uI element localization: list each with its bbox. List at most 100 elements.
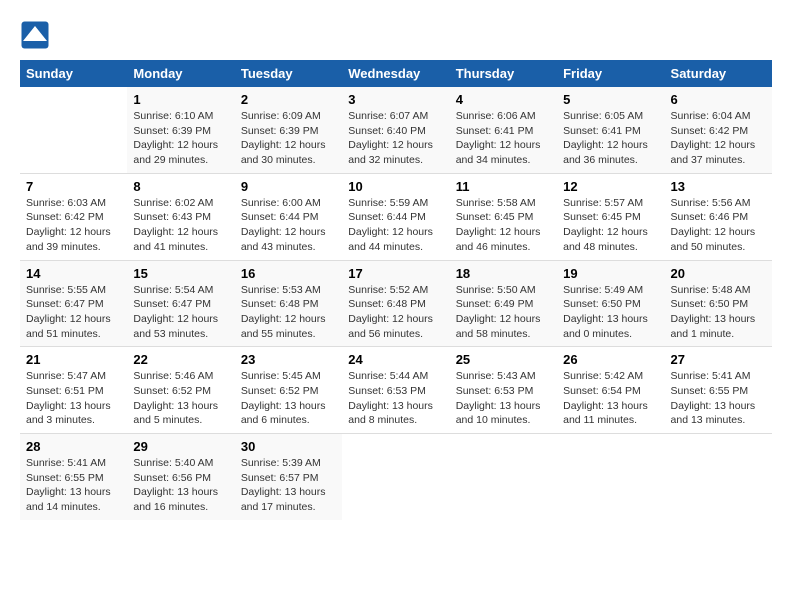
logo-icon — [20, 20, 50, 50]
calendar-cell: 7 Sunrise: 6:03 AM Sunset: 6:42 PM Daylig… — [20, 173, 127, 260]
calendar-table: SundayMondayTuesdayWednesdayThursdayFrid… — [20, 60, 772, 520]
calendar-cell: 18 Sunrise: 5:50 AM Sunset: 6:49 PM Dayli… — [450, 260, 557, 347]
day-number: 3 — [348, 92, 443, 107]
calendar-cell: 3 Sunrise: 6:07 AM Sunset: 6:40 PM Daylig… — [342, 87, 449, 173]
day-number: 2 — [241, 92, 336, 107]
calendar-cell — [450, 434, 557, 520]
calendar-cell: 27 Sunrise: 5:41 AM Sunset: 6:55 PM Dayli… — [665, 347, 772, 434]
day-number: 8 — [133, 179, 228, 194]
day-info: Sunrise: 5:54 AM Sunset: 6:47 PM Dayligh… — [133, 283, 228, 342]
calendar-cell: 5 Sunrise: 6:05 AM Sunset: 6:41 PM Daylig… — [557, 87, 664, 173]
logo — [20, 20, 54, 50]
day-info: Sunrise: 5:45 AM Sunset: 6:52 PM Dayligh… — [241, 369, 336, 428]
day-number: 20 — [671, 266, 766, 281]
day-info: Sunrise: 5:52 AM Sunset: 6:48 PM Dayligh… — [348, 283, 443, 342]
day-number: 22 — [133, 352, 228, 367]
day-info: Sunrise: 6:00 AM Sunset: 6:44 PM Dayligh… — [241, 196, 336, 255]
day-number: 28 — [26, 439, 121, 454]
calendar-cell: 19 Sunrise: 5:49 AM Sunset: 6:50 PM Dayli… — [557, 260, 664, 347]
calendar-cell: 2 Sunrise: 6:09 AM Sunset: 6:39 PM Daylig… — [235, 87, 342, 173]
calendar-cell — [342, 434, 449, 520]
calendar-cell: 11 Sunrise: 5:58 AM Sunset: 6:45 PM Dayli… — [450, 173, 557, 260]
calendar-week-5: 28 Sunrise: 5:41 AM Sunset: 6:55 PM Dayli… — [20, 434, 772, 520]
day-number: 12 — [563, 179, 658, 194]
day-info: Sunrise: 6:04 AM Sunset: 6:42 PM Dayligh… — [671, 109, 766, 168]
page-header — [20, 20, 772, 50]
day-info: Sunrise: 6:06 AM Sunset: 6:41 PM Dayligh… — [456, 109, 551, 168]
day-number: 27 — [671, 352, 766, 367]
calendar-cell: 6 Sunrise: 6:04 AM Sunset: 6:42 PM Daylig… — [665, 87, 772, 173]
calendar-cell: 8 Sunrise: 6:02 AM Sunset: 6:43 PM Daylig… — [127, 173, 234, 260]
day-info: Sunrise: 5:50 AM Sunset: 6:49 PM Dayligh… — [456, 283, 551, 342]
calendar-cell: 21 Sunrise: 5:47 AM Sunset: 6:51 PM Dayli… — [20, 347, 127, 434]
calendar-cell: 29Sunrise: 5:40 AM Sunset: 6:56 PM Dayli… — [127, 434, 234, 520]
day-info: Sunrise: 6:07 AM Sunset: 6:40 PM Dayligh… — [348, 109, 443, 168]
calendar-cell — [665, 434, 772, 520]
calendar-cell: 23 Sunrise: 5:45 AM Sunset: 6:52 PM Dayli… — [235, 347, 342, 434]
calendar-cell: 26 Sunrise: 5:42 AM Sunset: 6:54 PM Dayli… — [557, 347, 664, 434]
day-info: Sunrise: 5:58 AM Sunset: 6:45 PM Dayligh… — [456, 196, 551, 255]
calendar-cell: 14 Sunrise: 5:55 AM Sunset: 6:47 PM Dayli… — [20, 260, 127, 347]
day-number: 14 — [26, 266, 121, 281]
calendar-cell: 4 Sunrise: 6:06 AM Sunset: 6:41 PM Daylig… — [450, 87, 557, 173]
day-number: 1 — [133, 92, 228, 107]
day-number: 7 — [26, 179, 121, 194]
day-info: Sunrise: 5:48 AM Sunset: 6:50 PM Dayligh… — [671, 283, 766, 342]
day-info: Sunrise: 5:47 AM Sunset: 6:51 PM Dayligh… — [26, 369, 121, 428]
col-header-thursday: Thursday — [450, 60, 557, 87]
day-info: Sunrise: 6:10 AM Sunset: 6:39 PM Dayligh… — [133, 109, 228, 168]
day-info: Sunrise: 5:49 AM Sunset: 6:50 PM Dayligh… — [563, 283, 658, 342]
calendar-cell — [20, 87, 127, 173]
day-number: 19 — [563, 266, 658, 281]
col-header-monday: Monday — [127, 60, 234, 87]
calendar-cell — [557, 434, 664, 520]
day-info: Sunrise: 6:02 AM Sunset: 6:43 PM Dayligh… — [133, 196, 228, 255]
col-header-saturday: Saturday — [665, 60, 772, 87]
day-info: Sunrise: 6:03 AM Sunset: 6:42 PM Dayligh… — [26, 196, 121, 255]
calendar-cell: 30 Sunrise: 5:39 AM Sunset: 6:57 PM Dayli… — [235, 434, 342, 520]
col-header-wednesday: Wednesday — [342, 60, 449, 87]
col-header-tuesday: Tuesday — [235, 60, 342, 87]
day-info: Sunrise: 6:09 AM Sunset: 6:39 PM Dayligh… — [241, 109, 336, 168]
day-info: Sunrise: 5:42 AM Sunset: 6:54 PM Dayligh… — [563, 369, 658, 428]
calendar-cell: 17Sunrise: 5:52 AM Sunset: 6:48 PM Dayli… — [342, 260, 449, 347]
calendar-cell: 22 Sunrise: 5:46 AM Sunset: 6:52 PM Dayli… — [127, 347, 234, 434]
calendar-cell: 24 Sunrise: 5:44 AM Sunset: 6:53 PM Dayli… — [342, 347, 449, 434]
day-number: 6 — [671, 92, 766, 107]
day-number: 30 — [241, 439, 336, 454]
day-number: 4 — [456, 92, 551, 107]
day-number: 18 — [456, 266, 551, 281]
day-info: Sunrise: 5:55 AM Sunset: 6:47 PM Dayligh… — [26, 283, 121, 342]
day-info: Sunrise: 5:46 AM Sunset: 6:52 PM Dayligh… — [133, 369, 228, 428]
calendar-cell: 20 Sunrise: 5:48 AM Sunset: 6:50 PM Dayli… — [665, 260, 772, 347]
day-info: Sunrise: 6:05 AM Sunset: 6:41 PM Dayligh… — [563, 109, 658, 168]
calendar-cell: 12Sunrise: 5:57 AM Sunset: 6:45 PM Dayli… — [557, 173, 664, 260]
day-number: 21 — [26, 352, 121, 367]
col-header-friday: Friday — [557, 60, 664, 87]
day-number: 11 — [456, 179, 551, 194]
day-info: Sunrise: 5:39 AM Sunset: 6:57 PM Dayligh… — [241, 456, 336, 515]
day-number: 9 — [241, 179, 336, 194]
calendar-week-4: 21 Sunrise: 5:47 AM Sunset: 6:51 PM Dayli… — [20, 347, 772, 434]
calendar-cell: 10 Sunrise: 5:59 AM Sunset: 6:44 PM Dayli… — [342, 173, 449, 260]
calendar-cell: 13Sunrise: 5:56 AM Sunset: 6:46 PM Dayli… — [665, 173, 772, 260]
col-header-sunday: Sunday — [20, 60, 127, 87]
day-info: Sunrise: 5:44 AM Sunset: 6:53 PM Dayligh… — [348, 369, 443, 428]
day-number: 10 — [348, 179, 443, 194]
day-number: 5 — [563, 92, 658, 107]
day-number: 24 — [348, 352, 443, 367]
day-number: 25 — [456, 352, 551, 367]
day-number: 13 — [671, 179, 766, 194]
day-info: Sunrise: 5:41 AM Sunset: 6:55 PM Dayligh… — [26, 456, 121, 515]
calendar-cell: 28 Sunrise: 5:41 AM Sunset: 6:55 PM Dayli… — [20, 434, 127, 520]
calendar-cell: 25Sunrise: 5:43 AM Sunset: 6:53 PM Dayli… — [450, 347, 557, 434]
day-info: Sunrise: 5:40 AM Sunset: 6:56 PM Dayligh… — [133, 456, 228, 515]
day-number: 26 — [563, 352, 658, 367]
day-number: 23 — [241, 352, 336, 367]
day-info: Sunrise: 5:41 AM Sunset: 6:55 PM Dayligh… — [671, 369, 766, 428]
header-row: SundayMondayTuesdayWednesdayThursdayFrid… — [20, 60, 772, 87]
calendar-week-3: 14 Sunrise: 5:55 AM Sunset: 6:47 PM Dayli… — [20, 260, 772, 347]
day-info: Sunrise: 5:59 AM Sunset: 6:44 PM Dayligh… — [348, 196, 443, 255]
day-number: 16 — [241, 266, 336, 281]
day-number: 15 — [133, 266, 228, 281]
